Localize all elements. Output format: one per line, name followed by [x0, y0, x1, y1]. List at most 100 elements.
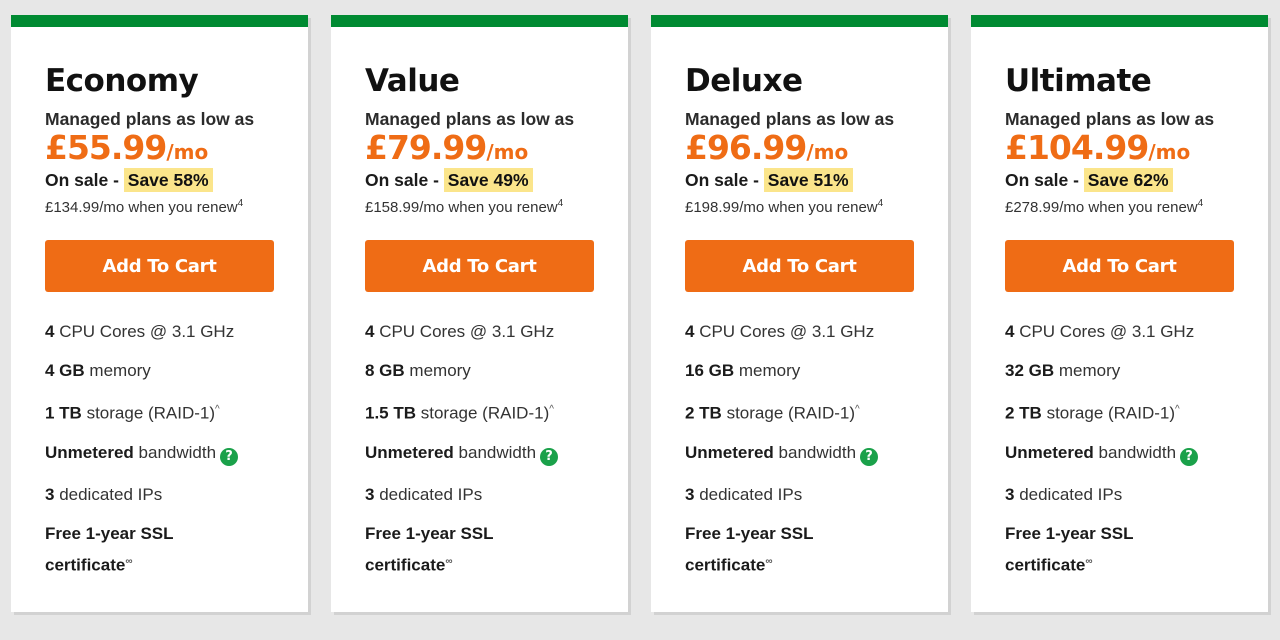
memory-text: memory [1054, 361, 1121, 380]
feature-ips: 3 dedicated IPs [685, 485, 914, 505]
storage-amount: 1.5 TB [365, 403, 417, 423]
memory-text: memory [84, 361, 151, 380]
sale-price: £96.99 [685, 128, 807, 167]
plan-card-economy: Economy Managed plans as low as £55.99/m… [11, 15, 308, 612]
feature-list: 4 CPU Cores @ 3.1 GHz 4 GB memory 1 TB s… [45, 322, 274, 579]
feature-memory: 32 GB memory [1005, 361, 1234, 381]
feature-ips: 3 dedicated IPs [45, 485, 274, 505]
question-circle-icon[interactable]: ? [220, 447, 239, 466]
storage-amount: 2 TB [1005, 403, 1042, 423]
feature-ips: 3 dedicated IPs [1005, 485, 1234, 505]
bandwidth-bold: Unmetered [1005, 442, 1094, 462]
add-to-cart-button[interactable]: Add To Cart [365, 240, 594, 292]
ssl-footnote[interactable]: ∞ [125, 556, 132, 567]
plan-card-value: Value Managed plans as low as £79.99/mo … [331, 15, 628, 612]
memory-amount: 16 GB [685, 361, 735, 380]
on-sale-label: On sale - [365, 170, 444, 190]
storage-footnote[interactable]: ^ [549, 404, 554, 415]
sale-row: On sale - Save 49% [365, 167, 594, 193]
feature-bandwidth: Unmetered bandwidth? [365, 443, 594, 466]
on-sale-label: On sale - [45, 170, 124, 190]
feature-list: 4 CPU Cores @ 3.1 GHz 32 GB memory 2 TB … [1005, 322, 1234, 579]
storage-text: storage (RAID-1) [721, 403, 856, 423]
memory-text: memory [734, 361, 801, 380]
bandwidth-bold: Unmetered [685, 442, 774, 462]
ssl-footnote[interactable]: ∞ [1085, 556, 1092, 567]
sale-price: £104.99 [1005, 128, 1149, 167]
sale-row: On sale - Save 51% [685, 167, 914, 193]
add-to-cart-button[interactable]: Add To Cart [45, 240, 274, 292]
feature-memory: 16 GB memory [685, 361, 914, 381]
renew-footnote[interactable]: 4 [558, 198, 564, 209]
price-row: £96.99/mo [685, 128, 914, 167]
renew-amount: £278.99 [1005, 199, 1060, 216]
price-row: £55.99/mo [45, 129, 274, 167]
sale-price: £79.99 [365, 128, 487, 167]
feature-storage: 2 TB storage (RAID-1)^ [685, 400, 914, 424]
question-circle-icon[interactable]: ? [540, 447, 559, 466]
feature-storage: 1 TB storage (RAID-1)^ [45, 400, 274, 424]
feature-cpu: 4 CPU Cores @ 3.1 GHz [685, 322, 914, 342]
ssl-footnote[interactable]: ∞ [765, 556, 772, 567]
ssl-footnote[interactable]: ∞ [445, 556, 452, 567]
renew-text: /mo when you renew [99, 199, 238, 216]
question-circle-icon[interactable]: ? [860, 447, 879, 466]
managed-label: Managed plans as low as [45, 109, 255, 129]
feature-memory: 8 GB memory [365, 361, 594, 381]
renew-amount: £134.99 [45, 199, 100, 216]
storage-footnote[interactable]: ^ [1175, 404, 1180, 415]
bandwidth-text: bandwidth [1093, 442, 1177, 462]
plan-name: Ultimate [1005, 63, 1152, 99]
card-accent-bar [331, 15, 628, 27]
feature-ssl: Free 1-year SSL certificate∞ [685, 520, 855, 580]
bandwidth-text: bandwidth [453, 442, 537, 462]
cpu-text: CPU Cores @ 3.1 GHz [374, 322, 555, 341]
storage-amount: 1 TB [45, 403, 82, 423]
renew-footnote[interactable]: 4 [1198, 198, 1204, 209]
feature-ips: 3 dedicated IPs [365, 485, 594, 505]
per-month: /mo [806, 140, 849, 164]
card-accent-bar [651, 15, 948, 27]
plan-card-ultimate: Ultimate Managed plans as low as £104.99… [971, 15, 1268, 612]
feature-storage: 2 TB storage (RAID-1)^ [1005, 400, 1234, 424]
ips-text: dedicated IPs [374, 484, 483, 504]
plan-name: Economy [45, 63, 199, 99]
feature-ssl: Free 1-year SSL certificate∞ [1005, 520, 1175, 580]
bandwidth-bold: Unmetered [365, 442, 454, 462]
managed-label: Managed plans as low as [685, 109, 895, 129]
bandwidth-text: bandwidth [773, 442, 857, 462]
add-to-cart-button[interactable]: Add To Cart [685, 240, 914, 292]
renew-footnote[interactable]: 4 [878, 198, 884, 209]
on-sale-label: On sale - [1005, 170, 1084, 190]
storage-footnote[interactable]: ^ [855, 404, 860, 415]
renew-footnote[interactable]: 4 [238, 198, 244, 209]
sale-row: On sale - Save 58% [45, 167, 274, 193]
renew-text: /mo when you renew [1059, 199, 1198, 216]
renew-price: £158.99/mo when you renew4 [365, 193, 594, 219]
per-month: /mo [1148, 140, 1191, 164]
ssl-text: Free 1-year SSL certificate [1005, 523, 1134, 575]
memory-amount: 4 GB [45, 361, 85, 380]
renew-price: £198.99/mo when you renew4 [685, 193, 914, 219]
feature-bandwidth: Unmetered bandwidth? [1005, 443, 1234, 466]
bandwidth-bold: Unmetered [45, 442, 134, 462]
storage-text: storage (RAID-1) [416, 403, 550, 423]
storage-text: storage (RAID-1) [1041, 403, 1176, 423]
ssl-text: Free 1-year SSL certificate [365, 523, 494, 575]
price-row: £104.99/mo [1005, 128, 1234, 167]
memory-text: memory [404, 361, 471, 380]
ips-text: dedicated IPs [1014, 484, 1123, 504]
ips-text: dedicated IPs [694, 484, 803, 504]
feature-bandwidth: Unmetered bandwidth? [685, 443, 914, 466]
add-to-cart-button[interactable]: Add To Cart [1005, 240, 1234, 292]
feature-ssl: Free 1-year SSL certificate∞ [365, 520, 535, 580]
feature-list: 4 CPU Cores @ 3.1 GHz 8 GB memory 1.5 TB… [365, 322, 594, 579]
price-row: £79.99/mo [365, 128, 594, 167]
renew-amount: £198.99 [685, 199, 740, 216]
storage-footnote[interactable]: ^ [215, 404, 220, 415]
cpu-text: CPU Cores @ 3.1 GHz [1014, 322, 1195, 341]
cpu-text: CPU Cores @ 3.1 GHz [54, 322, 235, 341]
question-circle-icon[interactable]: ? [1180, 447, 1199, 466]
card-accent-bar [971, 15, 1268, 27]
plan-name: Deluxe [685, 63, 803, 99]
